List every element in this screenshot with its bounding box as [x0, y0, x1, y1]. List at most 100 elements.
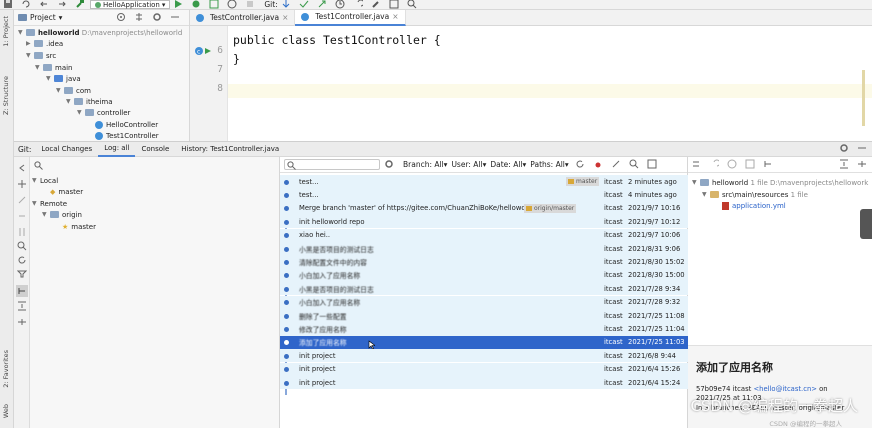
refresh-icon[interactable]	[575, 159, 587, 171]
branches-toggle-icon[interactable]	[16, 285, 28, 297]
changes-file-application-yml[interactable]: application.yml	[722, 200, 786, 211]
project-tool-tab[interactable]: 1: Project	[2, 16, 10, 47]
tree-item-controller[interactable]: ▼ controller	[77, 107, 130, 118]
project-view-dropdown[interactable]: ▾	[59, 13, 63, 22]
debug-icon[interactable]	[191, 0, 203, 9]
branch-group-local[interactable]: ▼ Local	[32, 175, 58, 186]
tree-item-helloworld[interactable]: ▼ helloworld D:\mavenprojects\helloworld	[18, 27, 182, 38]
hide-icon[interactable]	[857, 143, 869, 155]
tree-item-itheima[interactable]: ▼ itheima	[66, 96, 113, 107]
sync-icon[interactable]	[21, 0, 33, 9]
code-line-6[interactable]: public class Test1Controller {	[233, 33, 441, 47]
commit-row[interactable]: init project itcast 2021/6/4 15:24	[280, 376, 688, 390]
delete-icon[interactable]	[17, 211, 27, 221]
tree-item-java[interactable]: ▼ java	[46, 73, 81, 84]
commit-row[interactable]: 小白加入了应用名称 itcast 2021/7/28 9:32	[280, 295, 688, 309]
group-by-icon[interactable]	[763, 159, 775, 171]
commit-row[interactable]: init project itcast 2021/6/4 15:26	[280, 362, 688, 376]
commit-row[interactable]: test... itcast 4 minutes ago	[280, 188, 688, 202]
tab-history[interactable]: History: Test1Controller.java	[175, 142, 285, 157]
structure-tool-tab[interactable]: Z: Structure	[2, 76, 10, 115]
settings-wrench-icon[interactable]	[371, 0, 383, 9]
user-filter[interactable]: User: All	[451, 160, 482, 169]
cherry-pick-icon[interactable]	[593, 159, 605, 171]
project-panel-title[interactable]: Project	[30, 13, 56, 22]
tree-item-src[interactable]: ▼ src	[26, 50, 56, 61]
tree-item-test1controller[interactable]: Test1Controller	[95, 130, 159, 141]
expand-icon[interactable]	[17, 301, 27, 311]
date-filter[interactable]: Date: All	[490, 160, 522, 169]
detail-toggle-icon[interactable]	[647, 159, 659, 171]
code-line-7[interactable]: }	[233, 52, 240, 66]
coverage-icon[interactable]	[209, 0, 221, 9]
tree-item-main[interactable]: ▼ main	[35, 62, 73, 73]
favorites-tool-tab[interactable]: 2: Favorites	[2, 350, 10, 388]
commit-row[interactable]: Merge branch 'master' of https://gitee.c…	[280, 201, 688, 216]
filter-icon[interactable]	[17, 269, 27, 279]
commit-row[interactable]: 清除配置文件中的内容 itcast 2021/8/30 15:02	[280, 255, 688, 269]
collapse-all-icon[interactable]	[857, 159, 869, 171]
commit-row[interactable]: init helloworld repo itcast 2021/9/7 10:12	[280, 215, 688, 229]
branch-group-remote[interactable]: ▼ Remote	[32, 198, 67, 209]
forward-icon[interactable]	[57, 0, 69, 9]
side-scroll-handle[interactable]	[860, 209, 872, 239]
add-icon[interactable]	[17, 179, 27, 189]
commit-row[interactable]: 小黑是否项目的测试日志 itcast 2021/8/31 9:06	[280, 242, 688, 256]
commit-row[interactable]: test... master itcast 2 minutes ago	[280, 175, 688, 189]
save-icon[interactable]	[3, 0, 15, 9]
edit-source-icon[interactable]	[745, 159, 757, 171]
changes-root-helloworld[interactable]: ▼ helloworld 1 file D:\mavenprojects\hel…	[692, 177, 868, 188]
git-update-icon[interactable]	[281, 0, 293, 9]
hide-icon[interactable]	[170, 12, 182, 24]
commit-row[interactable]: 小黑是否项目的测试日志 itcast 2021/7/28 9:34	[280, 282, 688, 296]
tab-console[interactable]: Console	[135, 142, 175, 157]
refresh-icon[interactable]	[17, 255, 27, 265]
regex-options-icon[interactable]	[384, 159, 396, 171]
close-tab-icon[interactable]: ×	[282, 13, 288, 22]
gear-icon[interactable]	[152, 12, 164, 24]
branch-remote-master[interactable]: ★ master	[62, 221, 96, 232]
branch-local-master[interactable]: ◆ master	[50, 186, 83, 197]
expand-all-icon[interactable]	[839, 159, 851, 171]
branch-group-origin[interactable]: ▼ origin	[42, 209, 82, 220]
tree-item-com[interactable]: ▼ com	[56, 85, 91, 96]
author-email-link[interactable]: <hello@itcast.cn>	[753, 385, 816, 393]
back-arrow-icon[interactable]	[17, 163, 27, 173]
web-tool-tab[interactable]: Web	[2, 404, 10, 418]
git-commit-icon[interactable]	[299, 0, 311, 9]
tab-test1controller[interactable]: Test1Controller.java ×	[295, 9, 406, 26]
commit-row[interactable]: 添加了应用名称 itcast 2021/7/25 11:03	[280, 335, 688, 350]
search-icon[interactable]	[407, 0, 419, 9]
run-icon[interactable]	[173, 0, 185, 9]
zoom-icon[interactable]	[629, 159, 641, 171]
project-structure-icon[interactable]	[389, 0, 401, 9]
back-icon[interactable]	[39, 0, 51, 9]
git-push-icon[interactable]	[317, 0, 329, 9]
build-hammer-icon[interactable]	[75, 0, 87, 9]
run-gutter-icon[interactable]	[204, 47, 212, 55]
branch-filter[interactable]: Branch: All	[403, 160, 444, 169]
commit-row[interactable]: init project itcast 2021/6/8 9:44	[280, 349, 688, 363]
undo-icon[interactable]	[709, 159, 721, 171]
collapse-all-icon[interactable]	[17, 317, 27, 327]
tab-log-all[interactable]: Log: all	[98, 142, 136, 157]
history-icon[interactable]	[335, 0, 347, 9]
tab-local-changes[interactable]: Local Changes	[35, 142, 98, 157]
stop-icon[interactable]	[245, 0, 257, 9]
tree-item-idea[interactable]: ▶ .idea	[26, 38, 63, 49]
commit-row[interactable]: xiao hei.. itcast 2021/9/7 10:06	[280, 228, 688, 242]
locate-icon[interactable]	[116, 12, 128, 24]
history-icon[interactable]	[727, 159, 739, 171]
collapse-icon[interactable]	[134, 12, 146, 24]
commit-row[interactable]: 修改了应用名称 itcast 2021/7/25 11:04	[280, 322, 688, 336]
commit-row[interactable]: 删除了一些配置 itcast 2021/7/25 11:08	[280, 309, 688, 323]
search-icon[interactable]	[34, 161, 43, 170]
search-icon[interactable]	[17, 241, 27, 251]
changes-folder-resources[interactable]: ▼ src\main\resources 1 file	[702, 189, 808, 200]
highlight-icon[interactable]	[611, 159, 623, 171]
paths-filter[interactable]: Paths: All	[530, 160, 565, 169]
checkout-icon[interactable]	[17, 195, 27, 205]
rollback-icon[interactable]	[353, 0, 365, 9]
compare-icon[interactable]	[17, 227, 27, 237]
class-gutter-icon[interactable]: c	[194, 46, 204, 56]
